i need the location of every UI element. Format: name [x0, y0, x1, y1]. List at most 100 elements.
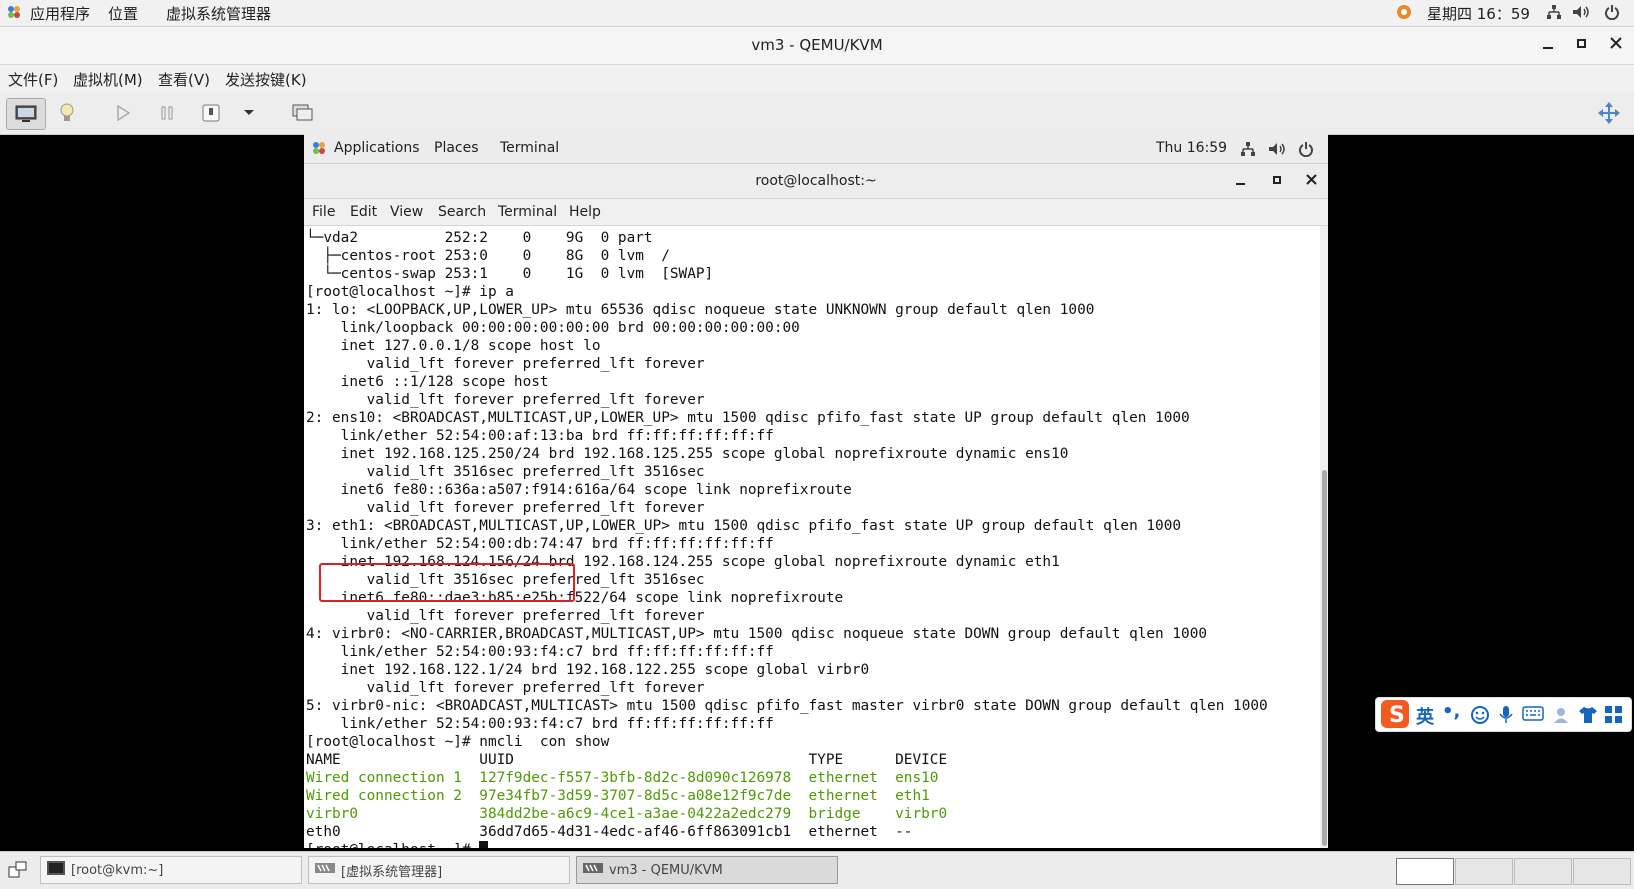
guest-volume-icon[interactable]: [1268, 141, 1286, 161]
play-icon[interactable]: [108, 98, 138, 128]
dropdown-icon[interactable]: [234, 98, 264, 128]
qemu-app-icon: [583, 861, 603, 879]
workspace-3[interactable]: [1514, 858, 1572, 885]
screens-icon[interactable]: [288, 98, 318, 128]
terminal-line: link/ether 52:54:00:93:f4:c7 brd ff:ff:f…: [306, 716, 774, 732]
monitor-icon[interactable]: [6, 98, 46, 130]
terminal-line: ├─centos-root 253:0 0 8G 0 lvm /: [306, 248, 670, 264]
highlight-annotation-box: [319, 563, 575, 602]
pause-icon[interactable]: [152, 98, 182, 128]
lightbulb-icon[interactable]: [52, 98, 82, 128]
terminal-line: link/loopback 00:00:00:00:00:00 brd 00:0…: [306, 320, 800, 336]
terminal-close-icon[interactable]: [1305, 171, 1319, 193]
svg-text:S: S: [1389, 703, 1405, 728]
taskbar-item-virt-manager[interactable]: [虚拟系统管理器]: [308, 856, 570, 884]
network-icon[interactable]: [1546, 4, 1562, 24]
terminal-line: inet 127.0.0.1/8 scope host lo: [306, 338, 601, 354]
terminal-line: eth0 36dd7d65-4d31-4edc-af46-6ff863091cb…: [306, 824, 913, 840]
terminal-line: 2: ens10: <BROADCAST,MULTICAST,UP,LOWER_…: [306, 410, 1190, 426]
terminal-line: inet 192.168.122.1/24 brd 192.168.122.25…: [306, 662, 870, 678]
fullscreen-icon[interactable]: [1594, 98, 1624, 128]
guest-desktop[interactable]: Applications Places Terminal Thu 16:59 r…: [304, 134, 1328, 848]
terminal-line: link/ether 52:54:00:af:13:ba brd ff:ff:f…: [306, 428, 774, 444]
menu-view[interactable]: 查看(V): [158, 69, 210, 90]
terminal-maximize-icon[interactable]: [1270, 171, 1284, 193]
maximize-icon[interactable]: [1574, 33, 1590, 57]
guest-places-menu[interactable]: Places: [434, 140, 479, 156]
virt-manager-app-icon: [315, 861, 335, 879]
apps-menu-icon[interactable]: [6, 4, 22, 24]
guest-clock[interactable]: Thu 16:59: [1156, 140, 1227, 156]
toolbox-grid-icon[interactable]: [1604, 705, 1624, 729]
workspace-4[interactable]: [1573, 858, 1631, 885]
qemu-menu-bar: 文件(F) 虚拟机(M) 查看(V) 发送按键(K): [0, 65, 1634, 92]
terminal-lines: └─vda2 252:2 0 9G 0 part ├─centos-root 2…: [306, 229, 1268, 848]
guest-power-icon[interactable]: [1298, 141, 1314, 161]
close-icon[interactable]: [1608, 33, 1624, 57]
host-clock[interactable]: 星期四 16：59: [1427, 3, 1530, 24]
menu-vm[interactable]: 虚拟机(M): [73, 69, 143, 90]
taskbar-item-qemu[interactable]: vm3 - QEMU/KVM: [576, 856, 838, 884]
emoji-icon[interactable]: [1470, 705, 1490, 729]
terminal-line: link/ether 52:54:00:db:74:47 brd ff:ff:f…: [306, 536, 774, 552]
terminal-line: valid_lft 3516sec preferred_lft 3516sec: [306, 464, 705, 480]
ime-toolbar[interactable]: S 英 •,: [1375, 697, 1632, 732]
guest-apps-icon[interactable]: [312, 141, 326, 159]
host-top-panel: 应用程序 位置 虚拟系统管理器 星期四 16：59: [0, 0, 1634, 27]
terminal-cursor: [479, 841, 489, 848]
power-button-icon[interactable]: [196, 98, 226, 128]
qemu-toolbar: [0, 92, 1634, 135]
taskbar-item-label: vm3 - QEMU/KVM: [609, 862, 723, 878]
terminal-menu-file[interactable]: File: [312, 204, 335, 220]
minimize-icon[interactable]: [1540, 33, 1556, 57]
terminal-menu-edit[interactable]: Edit: [350, 204, 377, 220]
host-applications-menu[interactable]: 应用程序: [30, 3, 90, 24]
sogou-logo-icon[interactable]: S: [1380, 699, 1410, 733]
terminal-line: NAME UUID TYPE DEVICE: [306, 752, 948, 768]
qemu-window-title: vm3 - QEMU/KVM: [751, 36, 883, 54]
terminal-line: Wired connection 1 127f9dec-f557-3bfb-8d…: [306, 770, 939, 786]
terminal-menu-terminal[interactable]: Terminal: [498, 204, 557, 220]
power-icon[interactable]: [1604, 4, 1620, 24]
terminal-line: valid_lft forever preferred_lft forever: [306, 356, 705, 372]
skin-shirt-icon[interactable]: [1578, 705, 1598, 729]
terminal-scrollbar-thumb[interactable]: [1322, 470, 1327, 846]
terminal-line: inet6 fe80::636a:a507:f914:616a/64 scope…: [306, 482, 852, 498]
keyboard-icon[interactable]: [1522, 706, 1544, 726]
terminal-line: [root@localhost ~]# ip a: [306, 284, 514, 300]
menu-file[interactable]: 文件(F): [8, 69, 58, 90]
ime-punct-toggle[interactable]: •,: [1442, 701, 1460, 722]
notification-icon[interactable]: [1396, 4, 1412, 24]
user-icon[interactable]: [1552, 705, 1572, 729]
terminal-line: valid_lft forever preferred_lft forever: [306, 392, 705, 408]
host-places-menu[interactable]: 位置: [108, 3, 138, 24]
terminal-line: valid_lft forever preferred_lft forever: [306, 608, 705, 624]
terminal-line: 3: eth1: <BROADCAST,MULTICAST,UP,LOWER_U…: [306, 518, 1182, 534]
terminal-output[interactable]: └─vda2 252:2 0 9G 0 part ├─centos-root 2…: [306, 226, 1316, 848]
terminal-menu-view[interactable]: View: [390, 204, 423, 220]
terminal-line: link/ether 52:54:00:93:f4:c7 brd ff:ff:f…: [306, 644, 774, 660]
terminal-line: inet 192.168.125.250/24 brd 192.168.125.…: [306, 446, 1069, 462]
qemu-title-bar: vm3 - QEMU/KVM: [0, 27, 1634, 65]
terminal-menu-search[interactable]: Search: [438, 204, 486, 220]
volume-icon[interactable]: [1572, 4, 1590, 24]
show-desktop-icon[interactable]: [8, 861, 28, 883]
terminal-minimize-icon[interactable]: [1234, 171, 1248, 193]
workspace-1[interactable]: [1396, 858, 1454, 885]
guest-applications-menu[interactable]: Applications: [334, 140, 420, 156]
menu-send-key[interactable]: 发送按键(K): [225, 69, 307, 90]
guest-terminal-menu[interactable]: Terminal: [500, 140, 559, 156]
ime-lang-toggle[interactable]: 英: [1416, 703, 1434, 729]
terminal-line: valid_lft forever preferred_lft forever: [306, 500, 705, 516]
terminal-menu-help[interactable]: Help: [569, 204, 601, 220]
terminal-menu-bar: File Edit View Search Terminal Help: [304, 199, 1328, 226]
workspace-2[interactable]: [1455, 858, 1513, 885]
terminal-line: └─centos-swap 253:1 0 1G 0 lvm [SWAP]: [306, 266, 714, 282]
taskbar-item-terminal[interactable]: [root@kvm:~]: [40, 856, 302, 884]
guest-network-icon[interactable]: [1240, 141, 1256, 161]
terminal-app-icon: [47, 861, 65, 879]
terminal-line: virbr0 384dd2be-a6c9-4ce1-a3ae-0422a2edc…: [306, 806, 948, 822]
microphone-icon[interactable]: [1498, 705, 1514, 729]
host-virt-manager-menu[interactable]: 虚拟系统管理器: [166, 3, 271, 24]
terminal-line: [root@localhost ~]# nmcli con show: [306, 734, 610, 750]
